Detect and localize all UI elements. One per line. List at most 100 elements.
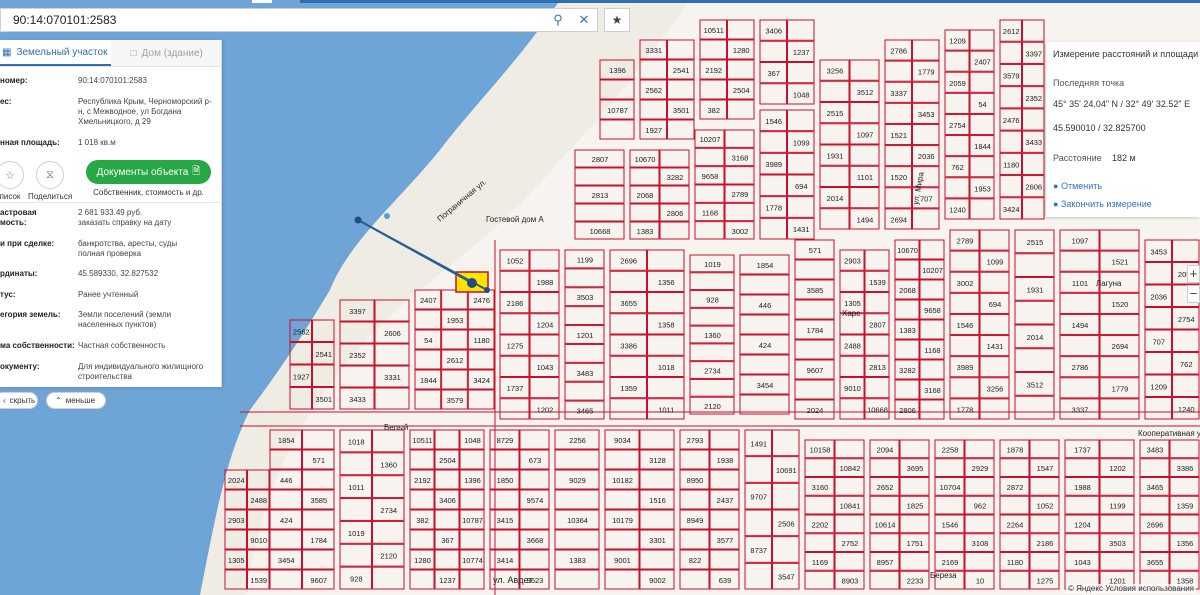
zoom-out-button[interactable]: − <box>1187 285 1200 303</box>
parcel-number: 2488 <box>250 496 267 505</box>
chevron-up-icon: ⌃ <box>55 396 62 405</box>
parcel-number: 9034 <box>614 436 631 445</box>
parcel-number: 9010 <box>250 536 267 545</box>
full-check-link[interactable]: полная проверка <box>78 249 216 259</box>
parcel-number: 446 <box>759 301 772 310</box>
less-button[interactable]: ⌃ меньше <box>46 392 106 409</box>
parcel-number: 2754 <box>949 121 966 130</box>
search-input[interactable] <box>1 12 545 28</box>
parcel-number: 9029 <box>569 476 586 485</box>
parcel-number: 3331 <box>384 373 401 382</box>
parcel-number: 1516 <box>649 496 666 505</box>
parcel-number: 1520 <box>890 173 907 182</box>
field-label: егория земель: <box>0 310 61 319</box>
distance-value: 182 м <box>1112 153 1136 163</box>
parcel-number: 1101 <box>1072 279 1088 288</box>
close-icon[interactable]: ✕ <box>571 12 597 28</box>
share-button[interactable]: ⧖ Поделиться <box>28 161 72 201</box>
parcel-number: 1018 <box>658 363 675 372</box>
parcel-number: 2186 <box>1037 539 1054 548</box>
parcel-number: 673 <box>529 456 542 465</box>
parcel-number: 2694 <box>1112 342 1129 351</box>
parcel-number: 962 <box>974 502 987 511</box>
parcel-number: 3424 <box>1003 205 1020 214</box>
parcel-number: 8737 <box>750 546 767 555</box>
list-label: писок <box>0 192 21 201</box>
parcel-number: 1043 <box>537 363 554 372</box>
parcel-number: 2169 <box>942 558 959 567</box>
parcel-number: 3433 <box>349 395 366 404</box>
parcel-number: 1305 <box>228 556 245 565</box>
cancel-measure-link[interactable]: ● Отменить <box>1053 181 1102 191</box>
parcel-number: 3168 <box>924 386 941 395</box>
parcel-number: 2024 <box>807 406 824 415</box>
parcel-number: 2606 <box>1025 183 1042 192</box>
documents-button-label: Документы объекта <box>96 166 189 178</box>
parcel-number: 2407 <box>974 58 991 67</box>
parcel-number: 2541 <box>673 66 690 75</box>
parcel-number: 1359 <box>620 384 637 393</box>
parcel-number: 3256 <box>987 384 1004 393</box>
parcel-number: 10787 <box>462 516 483 525</box>
parcel-number: 1520 <box>1112 300 1129 309</box>
parcel-number: 10158 <box>810 445 831 454</box>
parcel-number: 10670 <box>635 155 656 164</box>
measure-start-point <box>354 216 362 224</box>
finish-label: Закончить измерение <box>1060 199 1152 209</box>
parcel-number: 382 <box>707 106 720 115</box>
parcel-number: 9658 <box>702 172 719 181</box>
hide-panel-button[interactable]: ‹ скрыть <box>0 392 38 409</box>
parcel-number: 3695 <box>907 464 924 473</box>
parcel-number: 1383 <box>637 227 654 236</box>
parcel-number: 1169 <box>812 558 828 567</box>
documents-button[interactable]: Документы объекта 🗎 <box>86 160 211 184</box>
parcel-number: 1784 <box>807 326 824 335</box>
parcel-number: 367 <box>767 69 780 78</box>
poi-label: Харс <box>842 309 860 318</box>
parcel-number: 1275 <box>1037 577 1054 586</box>
parcel-number: 3454 <box>278 556 295 565</box>
parcel-number: 2694 <box>890 215 907 224</box>
tab-building[interactable]: □ Дом (здание) <box>110 40 221 66</box>
parcel-number: 3331 <box>645 46 662 55</box>
parcel-number: 54 <box>424 336 432 345</box>
zoom-in-button[interactable]: + <box>1187 265 1200 283</box>
parcel-number: 1240 <box>949 205 966 214</box>
parcel-number: 2929 <box>972 464 989 473</box>
parcel-number: 2807 <box>869 320 886 329</box>
parcel-number: 1396 <box>464 476 481 485</box>
parcel-number: 3512 <box>857 88 874 97</box>
street-label: ул. Авдет <box>493 575 532 585</box>
cancel-label: Отменить <box>1060 181 1103 191</box>
parcel-number: 446 <box>280 476 293 485</box>
parcel-number: 10704 <box>940 483 961 492</box>
parcel-number: 1280 <box>414 556 431 565</box>
parcel-number: 762 <box>951 163 964 172</box>
favorite-button[interactable]: ★ <box>604 8 630 32</box>
cancel-icon: ● <box>1053 181 1059 191</box>
parcel-number: 8729 <box>497 436 514 445</box>
search-bar[interactable]: ⚲ ✕ <box>0 8 598 32</box>
parcel-number-link[interactable]: 90:14:070101:2583 <box>78 76 216 86</box>
parcel-number: 1019 <box>704 260 721 269</box>
last-point-label: Последняя точка <box>1053 78 1125 88</box>
document-value: Для индивидуального жилищного строительс… <box>78 362 204 381</box>
parcel-number: 3433 <box>1025 138 1042 147</box>
parcel-number: 3128 <box>649 456 666 465</box>
tab-land-parcel[interactable]: ▦ Земельный участок <box>0 40 111 66</box>
parcel-number: 1539 <box>869 278 886 287</box>
parcel-number: 2120 <box>704 402 721 411</box>
parcel-number: 8957 <box>877 558 894 567</box>
parcel-number: 2696 <box>620 257 637 266</box>
parcel-number: 2476 <box>1003 116 1020 125</box>
list-button[interactable]: ☆ писок <box>0 161 30 201</box>
search-icon[interactable]: ⚲ <box>545 12 571 28</box>
order-certificate-link[interactable]: заказать справку на дату <box>78 218 216 228</box>
finish-measure-link[interactable]: ● Закончить измерение <box>1053 199 1152 209</box>
parcel-number: 2504 <box>733 86 750 95</box>
parcel-number: 10670 <box>897 246 918 255</box>
building-icon: □ <box>130 47 137 59</box>
parcel-number: 2504 <box>439 456 456 465</box>
parcel-number: 3386 <box>620 342 637 351</box>
parcel-number: 1931 <box>1027 285 1044 294</box>
